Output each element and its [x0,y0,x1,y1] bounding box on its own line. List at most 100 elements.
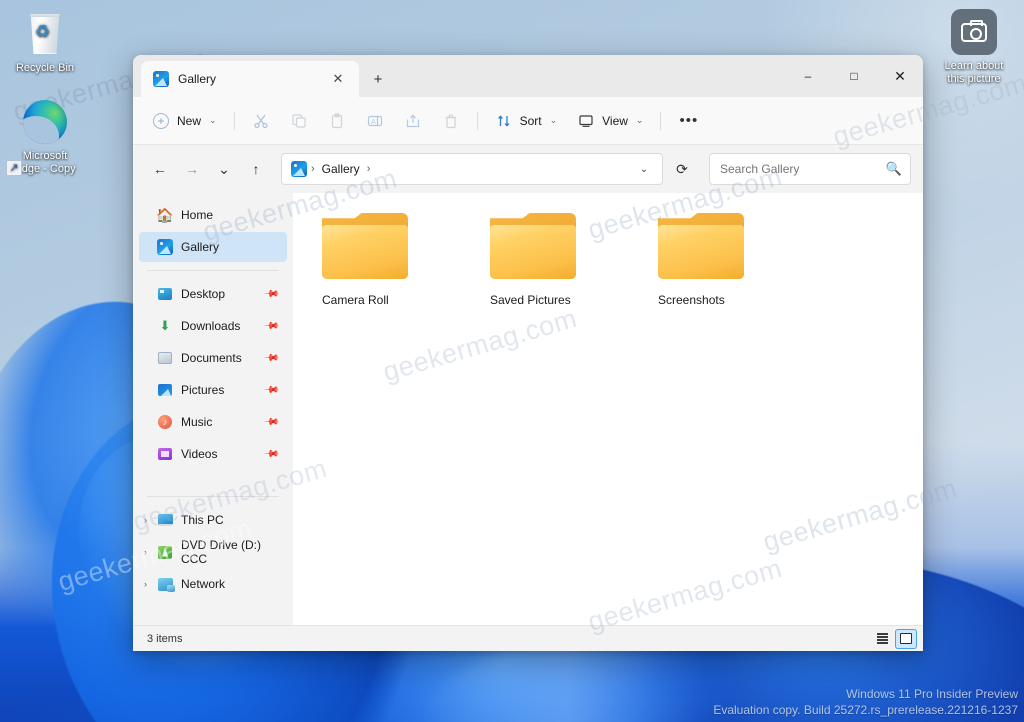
address-bar-row: ← → ⌄ ↑ › Gallery › ⌄ ⟳ 🔍 [133,145,923,193]
pin-icon: 📌 [262,285,280,303]
new-button-label: New [177,113,202,128]
copy-button[interactable] [281,105,317,137]
maximize-button[interactable]: □ [831,55,877,97]
new-tab-button[interactable]: + [365,66,391,92]
item-count-label: 3 items [147,632,183,645]
sidebar-item-label: Documents [181,351,242,365]
sidebar-item-pictures[interactable]: Pictures 📌 [139,375,287,405]
videos-icon [157,446,173,462]
tab-gallery[interactable]: Gallery ✕ [141,61,359,97]
command-bar: + New ⌄ A Sort ⌄ View ⌄ ••• [133,97,923,145]
search-input[interactable] [720,162,886,176]
desktop-icon-label: Recycle Bin [15,62,75,74]
paste-icon [328,112,346,130]
sidebar-item-label: This PC [181,513,224,527]
sidebar-item-label: Downloads [181,319,241,333]
sort-button-label: Sort [519,113,542,128]
chevron-right-icon[interactable]: › [144,579,147,589]
sidebar-divider-2 [147,496,279,497]
see-more-button[interactable]: ••• [669,112,708,129]
file-list-view[interactable]: Camera Roll Saved Pictures Screenshots [293,193,923,625]
gallery-icon [157,239,173,255]
sidebar-item-label: DVD Drive (D:) CCC [181,538,261,566]
toolbar-divider-3 [660,111,662,130]
folder-item[interactable]: Camera Roll [317,211,437,307]
sidebar-item-label: Pictures [181,383,225,397]
sidebar-item-music[interactable]: ♪ Music 📌 [139,407,287,437]
address-bar[interactable]: › Gallery › ⌄ [281,153,663,185]
desktop-icon [157,286,173,302]
search-box[interactable]: 🔍 [709,153,911,185]
view-button[interactable]: View ⌄ [568,105,652,137]
toolbar-divider [233,111,235,130]
refresh-button[interactable]: ⟳ [667,154,697,184]
tab-title: Gallery [178,72,217,86]
details-view-icon[interactable] [871,629,893,649]
home-icon: 🏠 [156,206,174,223]
pin-icon: 📌 [262,317,280,335]
sidebar-item-this-pc[interactable]: › This PC [139,505,287,535]
share-icon [404,112,422,130]
back-button[interactable]: ← [145,154,175,184]
learn-about-this-picture-button[interactable]: Learn about this picture [932,8,1016,86]
folder-label: Saved Pictures [490,293,571,307]
gallery-icon [291,161,307,177]
chevron-right-icon[interactable]: › [144,515,147,525]
chevron-down-icon: ⌄ [635,115,644,125]
recycle-bin-icon: ♻ [6,10,84,58]
cut-button[interactable] [243,105,279,137]
delete-button[interactable] [433,105,469,137]
sidebar-item-videos[interactable]: Videos 📌 [139,439,287,469]
folder-icon [322,211,412,283]
sidebar-item-downloads[interactable]: ⬇ Downloads 📌 [139,311,287,341]
sidebar-item-network[interactable]: › Network [139,569,287,599]
tab-strip: Gallery ✕ + – □ ✕ [133,55,923,97]
rename-button[interactable]: A [357,105,393,137]
paste-button[interactable] [319,105,355,137]
breadcrumb-separator-2: › [366,163,371,175]
share-button[interactable] [395,105,431,137]
sidebar-item-home[interactable]: 🏠 Home [139,200,287,230]
pin-icon: 📌 [262,413,280,431]
recent-locations-button[interactable]: ⌄ [209,154,239,184]
learn-label-line2: this picture [947,73,1001,85]
folder-icon [658,211,748,283]
folder-item[interactable]: Screenshots [653,211,773,307]
sidebar-item-label: Music [181,415,213,429]
folder-item[interactable]: Saved Pictures [485,211,605,307]
sort-icon [495,112,513,130]
folder-icon [490,211,580,283]
up-button[interactable]: ↑ [241,154,271,184]
desktop-icon-recycle-bin[interactable]: ♻ Recycle Bin [6,10,84,75]
sidebar-item-documents[interactable]: Documents 📌 [139,343,287,373]
sidebar-item-desktop[interactable]: Desktop 📌 [139,279,287,309]
new-button[interactable]: + New ⌄ [143,105,226,137]
sort-button[interactable]: Sort ⌄ [486,105,567,137]
sidebar-item-dvd-drive[interactable]: › DVD Drive (D:) CCC [139,537,287,567]
documents-icon [157,350,173,366]
pin-icon: 📌 [262,381,280,399]
desktop-icon-edge-copy[interactable]: ↗ Microsoft Edge - Copy [6,98,84,176]
window-controls: – □ ✕ [785,55,923,97]
svg-text:A: A [371,119,376,126]
evaluation-watermark: Windows 11 Pro Insider Preview Evaluatio… [713,686,1018,718]
music-icon: ♪ [157,414,173,430]
close-tab-icon[interactable]: ✕ [325,66,351,92]
camera-icon [932,8,1016,56]
forward-button[interactable]: → [177,154,207,184]
status-bar: 3 items [133,625,923,651]
copy-icon [290,112,308,130]
breadcrumb-item-gallery[interactable]: Gallery [319,162,363,176]
file-explorer-window: Gallery ✕ + – □ ✕ + New ⌄ A Sort ⌄ View … [133,55,923,651]
sidebar-item-label: Home [181,208,214,222]
close-window-button[interactable]: ✕ [877,55,923,97]
downloads-icon: ⬇ [159,318,171,333]
large-icons-view-icon[interactable] [895,628,917,649]
sidebar-item-label: Gallery [181,240,220,254]
folder-label: Screenshots [658,293,725,307]
sidebar-item-gallery[interactable]: Gallery [139,232,287,262]
address-dropdown-icon[interactable]: ⌄ [632,156,656,182]
folder-label: Camera Roll [322,293,389,307]
minimize-button[interactable]: – [785,55,831,97]
chevron-right-icon[interactable]: › [144,547,147,557]
